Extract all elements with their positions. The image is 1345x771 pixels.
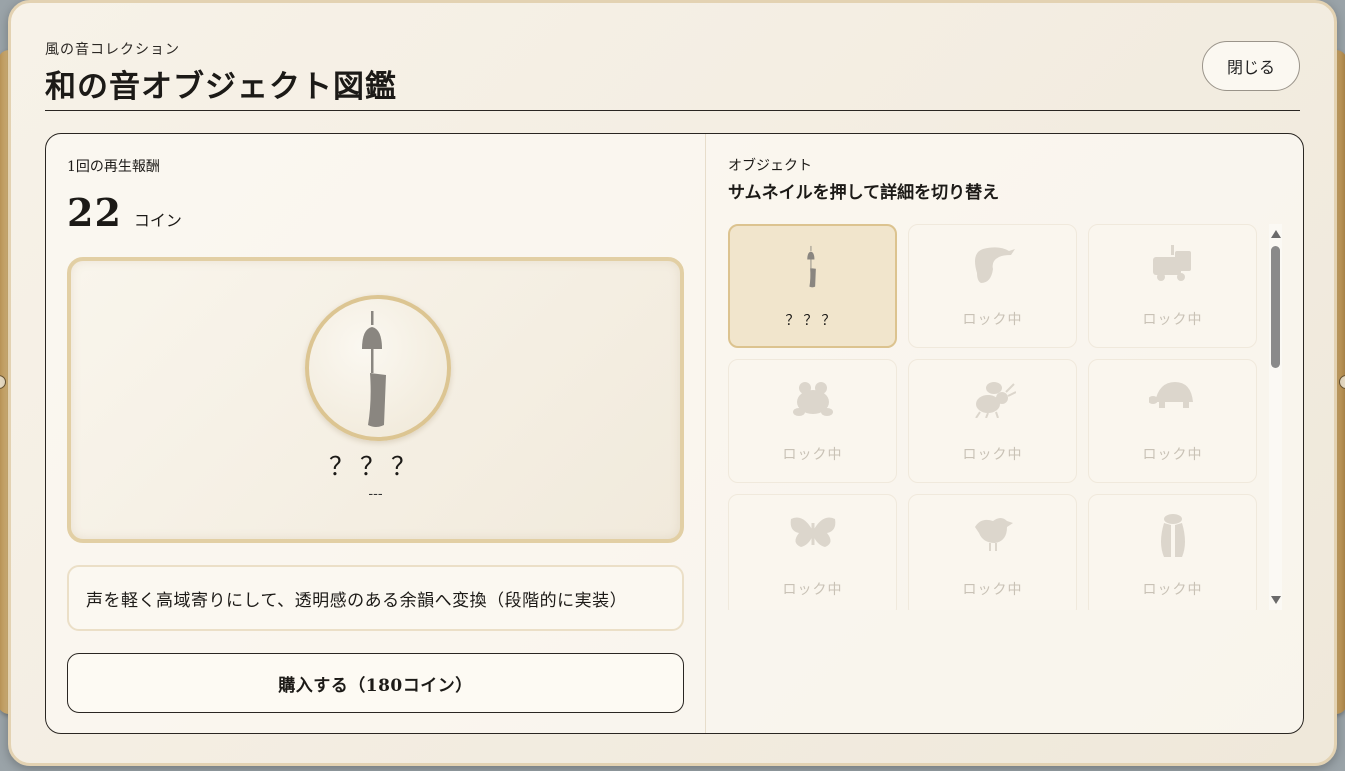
collection-subtitle: 風の音コレクション — [45, 42, 180, 58]
frog-icon — [792, 382, 833, 416]
bird-icon — [974, 518, 1013, 551]
object-card-locked[interactable]: ロック中 — [728, 494, 897, 610]
wind-chime-icon — [806, 245, 816, 288]
objects-label: オブジェクト — [728, 158, 812, 174]
object-card-locked[interactable]: ロック中 — [908, 224, 1077, 348]
page-title: 和の音オブジェクト図鑑 — [45, 69, 397, 105]
wind-chime-icon — [362, 311, 386, 427]
turtle-icon — [1148, 382, 1193, 408]
bee-icon — [974, 382, 1016, 418]
object-card-label: ロック中 — [782, 447, 843, 463]
object-card-locked[interactable]: ロック中 — [1088, 494, 1257, 610]
object-card-label: ロック中 — [962, 582, 1023, 598]
object-card-wind-chime[interactable]: ？？？ — [728, 224, 897, 348]
object-grid-scroll[interactable]: ？？？ ロック中 ロック中 ロック中 ロック中 ロック中 ロック中 ロック中 ロ… — [728, 224, 1282, 610]
crane-icon — [974, 247, 1015, 283]
cicada-icon — [1160, 514, 1185, 557]
reward-row: 22 コイン — [67, 190, 182, 235]
butterfly-icon — [790, 517, 835, 547]
preview-subtext: --- — [368, 486, 383, 502]
rod-knob-left — [0, 375, 6, 389]
object-card-locked[interactable]: ロック中 — [908, 494, 1077, 610]
object-description: 声を軽く高域寄りにして、透明感のある余韻へ変換（段階的に実装） — [67, 565, 684, 631]
object-card-label: ロック中 — [962, 312, 1023, 328]
object-grid: ？？？ ロック中 ロック中 ロック中 ロック中 ロック中 ロック中 ロック中 ロ… — [728, 224, 1282, 610]
scroll-down-arrow-icon[interactable] — [1271, 596, 1281, 604]
object-card-label: ？？？ — [785, 313, 840, 329]
purchase-button[interactable]: 購入する（180コイン） — [67, 653, 684, 713]
close-button[interactable]: 閉じる — [1202, 41, 1300, 91]
object-card-label: ロック中 — [782, 582, 843, 598]
object-card-locked[interactable]: ロック中 — [908, 359, 1077, 483]
detail-column: 1回の再生報酬 22 コイン ？？？ --- 声を軽く高域寄りにして、透明感のあ… — [46, 134, 706, 733]
reward-unit: コイン — [133, 211, 182, 230]
scroll-up-arrow-icon[interactable] — [1271, 230, 1281, 238]
content-panel: 1回の再生報酬 22 コイン ？？？ --- 声を軽く高域寄りにして、透明感のあ… — [45, 133, 1304, 734]
reward-value: 22 — [67, 190, 122, 235]
object-card-locked[interactable]: ロック中 — [1088, 224, 1257, 348]
object-card-locked[interactable]: ロック中 — [1088, 359, 1257, 483]
grid-scrollbar[interactable] — [1269, 224, 1282, 610]
description-text: 声を軽く高域寄りにして、透明感のある余韻へ変換（段階的に実装） — [86, 590, 628, 611]
object-card-label: ロック中 — [1142, 447, 1203, 463]
objects-column: オブジェクト サムネイルを押して詳細を切り替え ？？？ ロック中 ロック中 ロッ… — [706, 134, 1303, 733]
reward-label: 1回の再生報酬 — [67, 159, 160, 175]
object-preview: ？？？ --- — [67, 257, 684, 543]
scrollbar-thumb[interactable] — [1271, 246, 1280, 368]
cart-icon — [1152, 245, 1191, 281]
preview-circle — [305, 295, 451, 441]
object-card-label: ロック中 — [1142, 582, 1203, 598]
object-card-label: ロック中 — [1142, 312, 1203, 328]
object-card-locked[interactable]: ロック中 — [728, 359, 897, 483]
encyclopedia-dialog: 風の音コレクション 和の音オブジェクト図鑑 閉じる 1回の再生報酬 22 コイン — [8, 0, 1337, 766]
object-card-label: ロック中 — [962, 447, 1023, 463]
dialog-header: 風の音コレクション 和の音オブジェクト図鑑 閉じる — [45, 39, 1300, 111]
preview-name: ？？？ — [328, 452, 422, 481]
rod-knob-right — [1339, 375, 1345, 389]
objects-hint: サムネイルを押して詳細を切り替え — [728, 183, 1000, 203]
